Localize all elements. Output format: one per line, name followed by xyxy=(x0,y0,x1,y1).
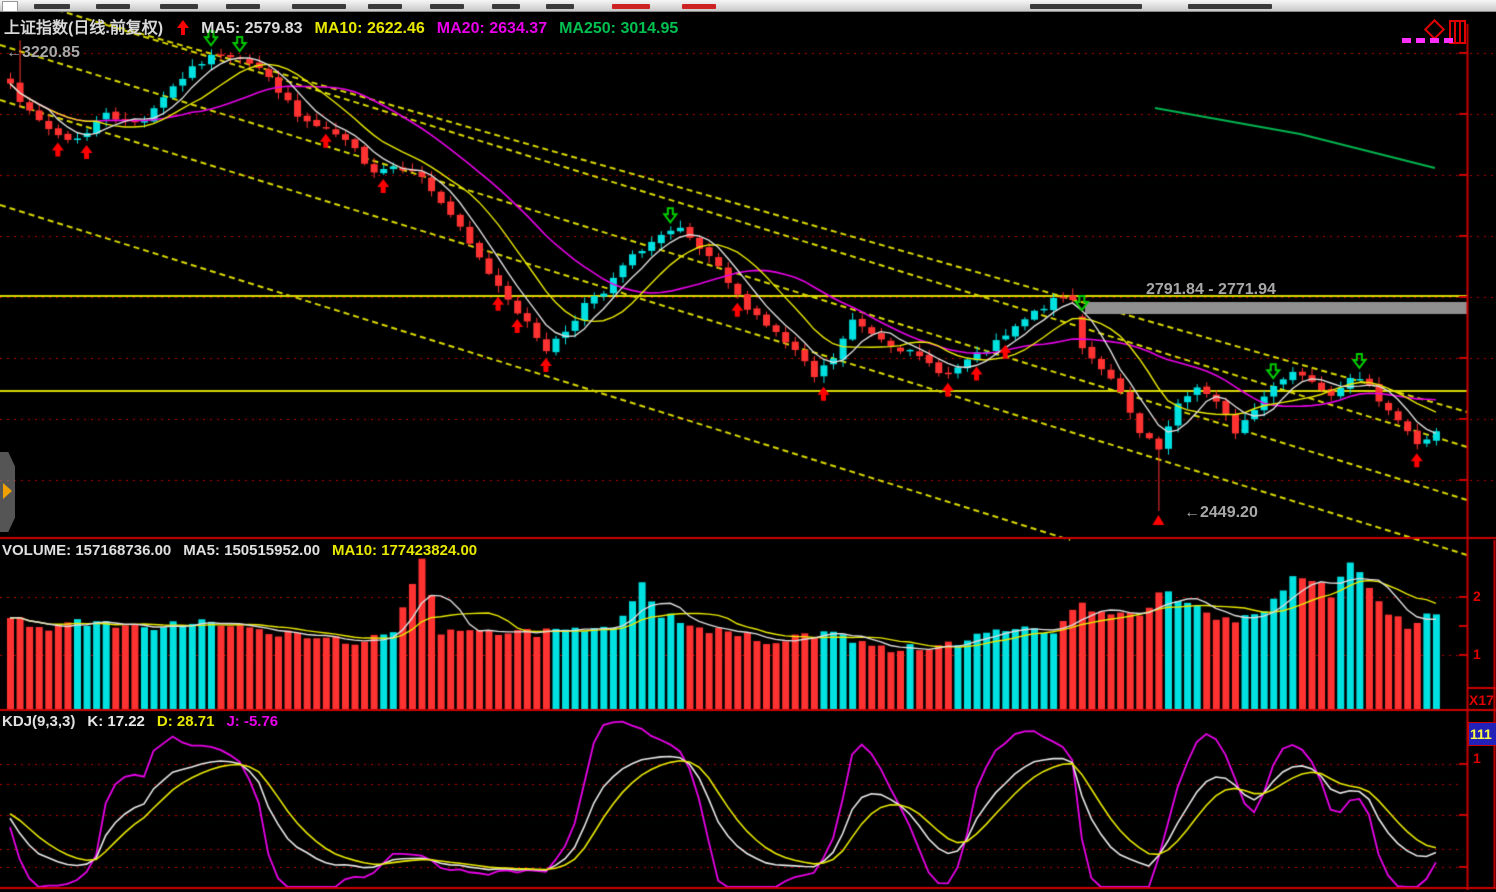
volume-value-label: VOLUME: 157168736.00 xyxy=(2,542,171,559)
ma250-label: MA250: 3014.95 xyxy=(559,20,678,37)
kdj-axis-100-label: 1 xyxy=(1473,750,1481,766)
kdj-d-label: D: 28.71 xyxy=(157,713,215,730)
volume-axis-lower-label: 1 xyxy=(1473,646,1481,662)
gap-range-label: 2791.84 - 2771.94 xyxy=(1146,281,1276,299)
kdj-k-label: K: 17.22 xyxy=(87,713,145,730)
magenta-dash-icon xyxy=(1416,38,1425,43)
up-arrow-icon xyxy=(177,20,189,35)
menu-item-blob xyxy=(34,4,70,9)
volume-header: VOLUME: 157168736.00 MA5: 150515952.00 MA1… xyxy=(2,542,489,559)
period-high-label: ←3220.85 xyxy=(6,44,80,62)
instrument-title: 上证指数(日线.前复权) xyxy=(4,20,163,37)
chart-canvas[interactable] xyxy=(0,0,1496,892)
magenta-dash-icon xyxy=(1402,38,1411,43)
period-low-label: ←2449.20 xyxy=(1184,504,1258,522)
ma5-label: MA5: 2579.83 xyxy=(201,20,302,37)
kdj-title-label: KDJ(9,3,3) xyxy=(2,713,75,730)
kdj-j-label: J: -5.76 xyxy=(226,713,278,730)
menu-item-blob xyxy=(96,4,130,9)
menu-bar[interactable] xyxy=(0,0,1496,12)
volume-ma10-label: MA10: 177423824.00 xyxy=(332,542,477,559)
volume-axis-upper-label: 2 xyxy=(1473,588,1481,604)
sidebar-flyout-handle[interactable] xyxy=(0,452,15,532)
menu-item-blob xyxy=(430,4,464,9)
menu-item-blob xyxy=(492,4,520,9)
menu-item-blob xyxy=(368,4,402,9)
ma10-label: MA10: 2622.46 xyxy=(315,20,425,37)
window-icon xyxy=(2,1,18,12)
flyout-arrow-icon xyxy=(3,483,12,499)
menu-item-blob xyxy=(160,4,198,9)
stock-chart-app: 上证指数(日线.前复权) MA5: 2579.83 MA10: 2622.46 MA2… xyxy=(0,0,1496,892)
menu-item-blob-red xyxy=(682,4,716,9)
menu-item-blob xyxy=(546,4,574,9)
magenta-dash-icon xyxy=(1430,38,1439,43)
ma20-label: MA20: 2634.37 xyxy=(437,20,547,37)
menu-item-blob xyxy=(226,4,260,9)
kdj-header: KDJ(9,3,3) K: 17.22 D: 28.71 J: -5.76 xyxy=(2,713,290,730)
main-header: 上证指数(日线.前复权) MA5: 2579.83 MA10: 2622.46 MA2… xyxy=(4,14,690,38)
kdj-axis-max-badge: 111 xyxy=(1468,722,1496,746)
volume-scale-tag: X17 xyxy=(1469,692,1494,708)
menu-item-blob xyxy=(1188,4,1272,9)
magenta-dash-icon xyxy=(1444,38,1453,43)
menu-item-blob xyxy=(292,4,346,9)
volume-ma5-label: MA5: 150515952.00 xyxy=(183,542,320,559)
menu-item-blob-red xyxy=(612,4,650,9)
menu-item-blob xyxy=(1030,4,1142,9)
